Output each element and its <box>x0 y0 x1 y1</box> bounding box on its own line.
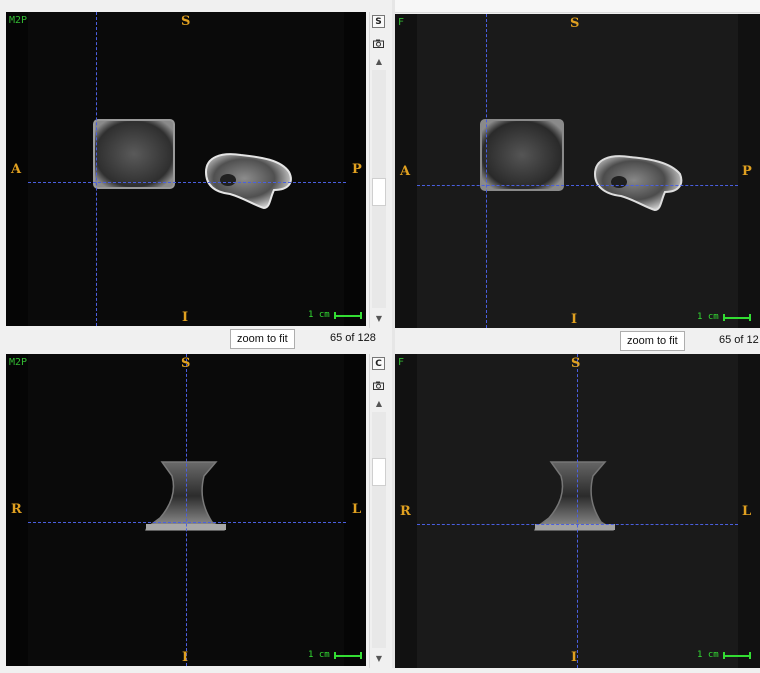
scale-bar: 1 cm <box>697 650 751 660</box>
coronal-view-fixed[interactable]: F S I R L 1 cm <box>395 354 760 668</box>
orientation-inferior: I <box>571 650 578 665</box>
scale-bar-graphic <box>333 311 362 319</box>
slice-indicator: 65 of 128 <box>330 332 376 344</box>
scrollbar-thumb[interactable] <box>372 178 386 206</box>
sagittal-view-fixed[interactable]: F S I A P 1 cm <box>395 14 760 328</box>
crosshair-horizontal <box>28 522 346 523</box>
crosshair-vertical <box>186 354 187 666</box>
crosshair-horizontal <box>28 182 346 183</box>
vertebra-image <box>480 119 683 212</box>
orientation-posterior: P <box>742 164 752 179</box>
window-bottom-strip <box>0 668 760 673</box>
scale-label: 1 cm <box>308 310 330 320</box>
camera-icon[interactable] <box>373 39 384 48</box>
scale-label: 1 cm <box>697 650 719 660</box>
scroll-up-icon[interactable]: ▲ <box>374 399 384 409</box>
scale-label: 1 cm <box>697 312 719 322</box>
scale-bar: 1 cm <box>308 310 362 320</box>
vertebra-image <box>93 119 292 210</box>
view-tag: F <box>398 17 405 28</box>
coronal-view-moving[interactable]: M2P S I R L 1 cm <box>6 354 366 666</box>
orientation-anterior: A <box>11 162 22 177</box>
orientation-superior: S <box>571 356 581 371</box>
orientation-inferior: I <box>182 650 189 665</box>
orientation-anterior: A <box>400 164 411 179</box>
scroll-down-icon[interactable]: ▼ <box>374 654 384 664</box>
scroll-up-icon[interactable]: ▲ <box>374 57 384 67</box>
scale-bar: 1 cm <box>308 650 362 660</box>
crosshair-vertical <box>486 14 487 328</box>
slice-scrollbar[interactable] <box>372 412 386 648</box>
slice-indicator: 65 of 12 <box>719 334 759 346</box>
orientation-right: R <box>400 504 411 519</box>
sagittal-toggle-button[interactable]: S <box>372 15 385 28</box>
orientation-right: R <box>11 502 22 517</box>
orientation-left: L <box>742 504 752 519</box>
scale-bar-graphic <box>722 651 751 659</box>
orientation-superior: S <box>181 14 191 29</box>
view-tag: M2P <box>9 357 28 368</box>
crosshair-vertical <box>96 12 97 326</box>
crosshair-horizontal <box>417 185 738 186</box>
scale-bar: 1 cm <box>697 312 751 322</box>
slice-scrollbar[interactable] <box>372 70 386 308</box>
orientation-left: L <box>352 502 362 517</box>
view-sidebar: C ▲ ▼ <box>369 354 390 668</box>
coronal-pane-fixed: F S I R L 1 cm <box>395 354 760 668</box>
sagittal-pane-fixed: F S I A P 1 cm zoom to fit 65 of 12 <box>395 12 760 354</box>
camera-icon[interactable] <box>373 381 384 390</box>
orientation-superior: S <box>181 356 191 371</box>
view-tag: F <box>398 357 405 368</box>
sagittal-view-moving[interactable]: M2P S I A P 1 cm <box>6 12 366 326</box>
scale-bar-graphic <box>333 651 362 659</box>
scale-bar-graphic <box>722 313 751 321</box>
zoom-to-fit-button[interactable]: zoom to fit <box>230 329 295 349</box>
scroll-down-icon[interactable]: ▼ <box>374 314 384 324</box>
orientation-posterior: P <box>352 162 362 177</box>
orientation-superior: S <box>570 16 580 31</box>
sagittal-pane-moving: M2P S I A P 1 cm S ▲ ▼ zoom to fit 65 of… <box>0 0 392 352</box>
orientation-inferior: I <box>182 310 189 325</box>
view-tag: M2P <box>9 15 28 26</box>
orientation-inferior: I <box>571 312 578 327</box>
view-toolbar: zoom to fit 65 of 12 <box>395 330 760 352</box>
crosshair-vertical <box>577 354 578 668</box>
view-toolbar: zoom to fit 65 of 128 <box>0 328 392 350</box>
coronal-pane-moving: M2P S I R L 1 cm C ▲ ▼ <box>0 352 392 668</box>
pane-divider[interactable] <box>392 0 395 673</box>
scale-label: 1 cm <box>308 650 330 660</box>
view-sidebar: S ▲ ▼ <box>369 12 390 328</box>
zoom-to-fit-button[interactable]: zoom to fit <box>620 331 685 351</box>
coronal-toggle-button[interactable]: C <box>372 357 385 370</box>
scrollbar-thumb[interactable] <box>372 458 386 486</box>
